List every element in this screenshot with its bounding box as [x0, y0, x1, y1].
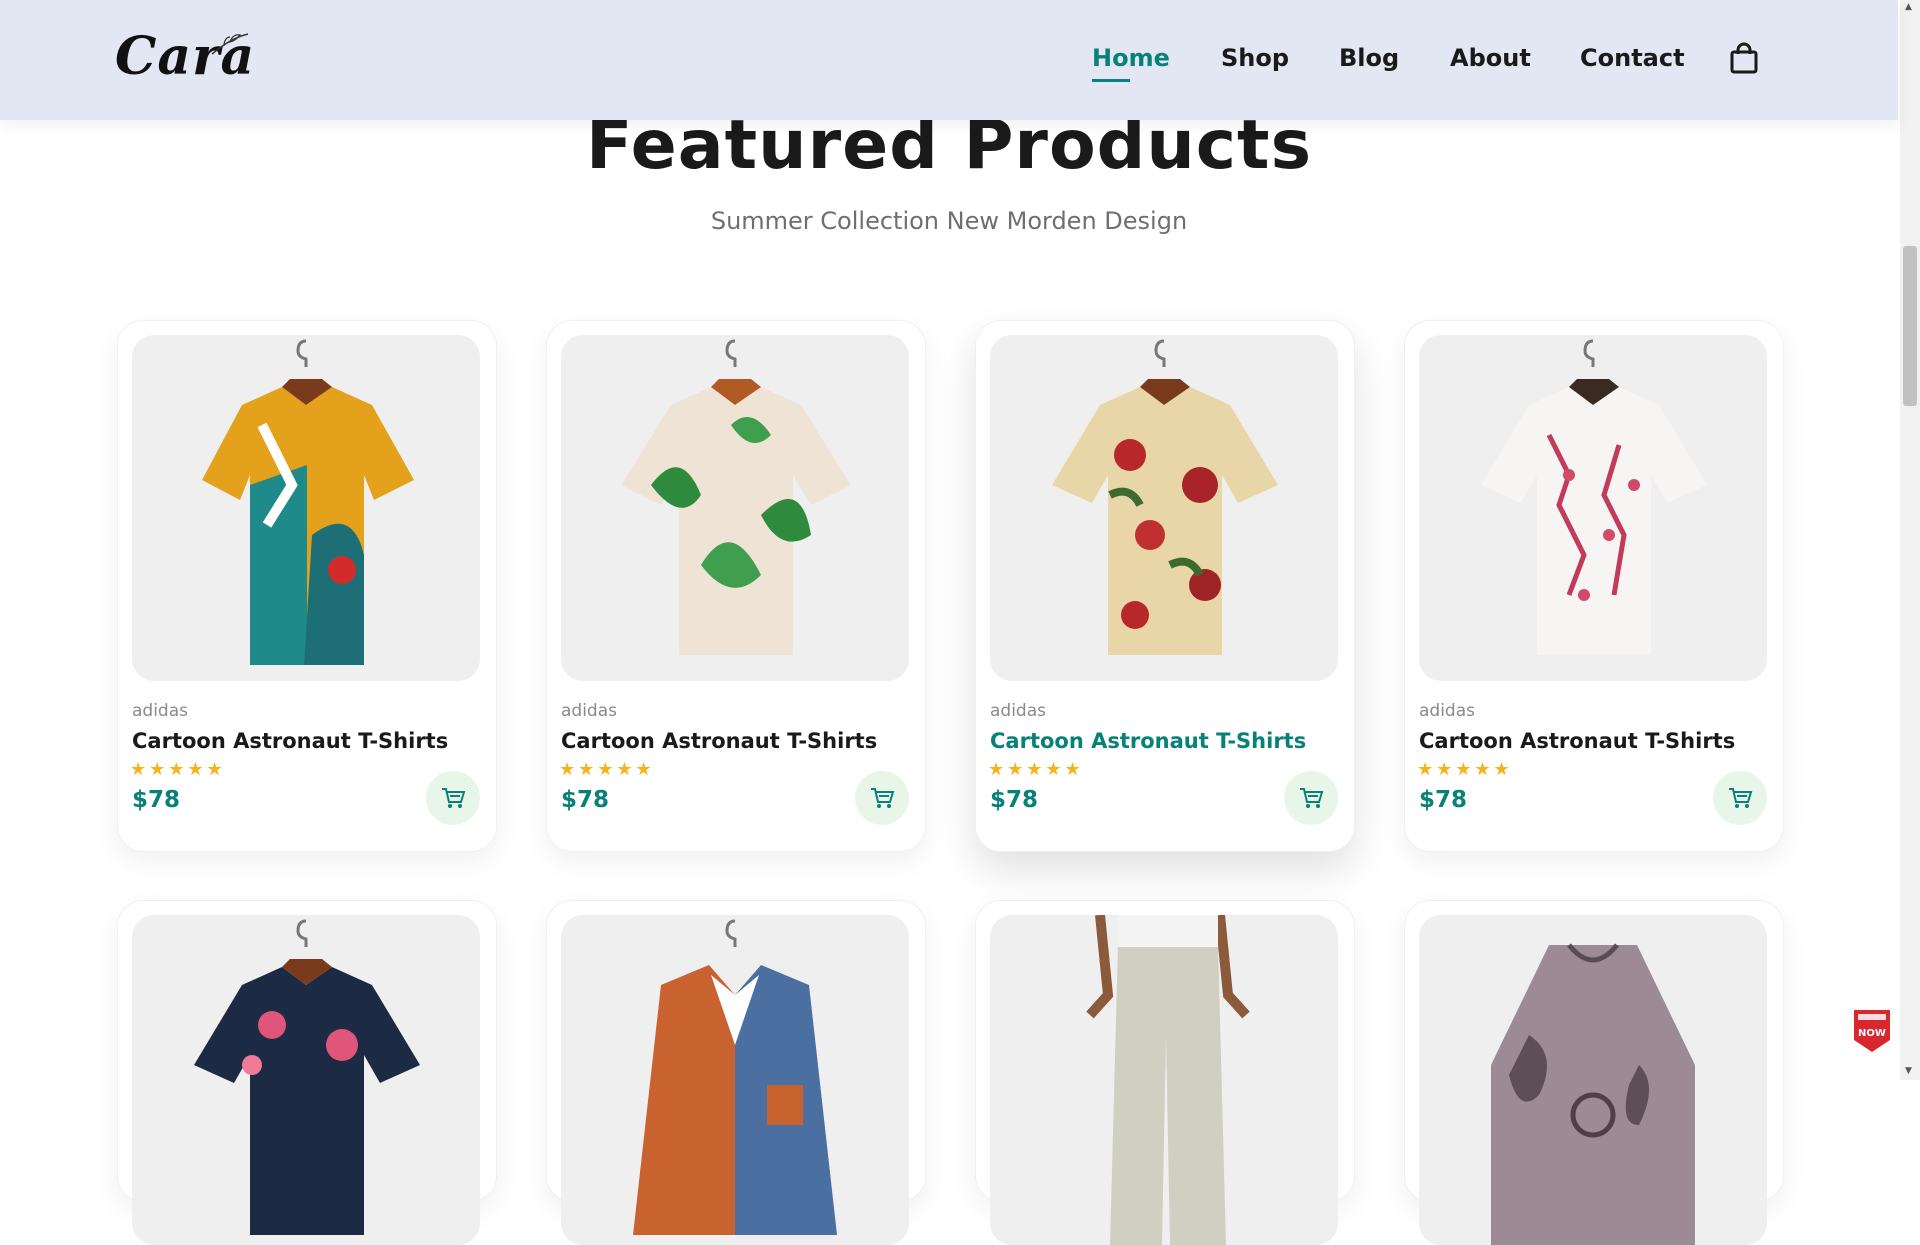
product-name[interactable]: Cartoon Astronaut T-Shirts — [561, 729, 877, 753]
shirt-image — [194, 919, 420, 1235]
section-subtitle: Summer Collection New Morden Design — [710, 207, 1188, 235]
nav-blog[interactable]: Blog — [1339, 40, 1399, 80]
product-name[interactable]: Cartoon Astronaut T-Shirts — [990, 729, 1306, 753]
rating-stars: ★★★★★ — [130, 759, 226, 780]
product-card[interactable] — [117, 900, 497, 1245]
cart-icon — [442, 788, 466, 808]
shopping-bag-icon[interactable] — [1728, 42, 1760, 76]
product-image[interactable] — [1419, 335, 1767, 681]
scroll-down-icon[interactable]: ▼ — [1905, 1066, 1912, 1076]
add-to-cart-button[interactable] — [1284, 771, 1338, 825]
shirt-image — [621, 339, 851, 655]
subscribe-badge-icon[interactable]: NOW — [1850, 1006, 1894, 1054]
nav-home[interactable]: Home — [1092, 40, 1170, 82]
cart-icon — [1300, 788, 1324, 808]
jacket-image — [633, 919, 837, 1235]
product-card[interactable]: adidas Cartoon Astronaut T-Shirts ★★★★★ … — [117, 320, 497, 852]
shirt-image — [202, 339, 414, 665]
logo[interactable]: Cara — [115, 22, 275, 92]
product-image[interactable] — [1419, 915, 1767, 1245]
add-to-cart-button[interactable] — [855, 771, 909, 825]
leaf-icon — [211, 33, 249, 55]
product-card[interactable]: adidas Cartoon Astronaut T-Shirts ★★★★★ … — [975, 320, 1355, 852]
rating-stars: ★★★★★ — [988, 759, 1084, 780]
badge-text: NOW — [1858, 1028, 1886, 1039]
scroll-up-icon[interactable]: ▲ — [1905, 2, 1912, 12]
product-price: $78 — [990, 787, 1039, 813]
scroll-thumb[interactable] — [1903, 246, 1917, 406]
pants-image — [1086, 915, 1250, 1245]
add-to-cart-button[interactable] — [426, 771, 480, 825]
blouse-image — [1491, 943, 1695, 1245]
product-price: $78 — [561, 787, 610, 813]
shirt-image — [1481, 339, 1707, 655]
vertical-scrollbar[interactable]: ▲ ▼ — [1900, 0, 1920, 1080]
rating-stars: ★★★★★ — [559, 759, 655, 780]
product-price: $78 — [1419, 787, 1468, 813]
site-header: Cara Home Shop Blog About Contact — [0, 0, 1898, 120]
product-image[interactable] — [990, 915, 1338, 1245]
add-to-cart-button[interactable] — [1713, 771, 1767, 825]
nav-about[interactable]: About — [1450, 40, 1531, 80]
cart-icon — [1729, 788, 1753, 808]
product-card[interactable]: adidas Cartoon Astronaut T-Shirts ★★★★★ … — [1404, 320, 1784, 852]
product-brand: adidas — [990, 701, 1046, 721]
product-image[interactable] — [132, 335, 480, 681]
product-brand: adidas — [561, 701, 617, 721]
nav-contact[interactable]: Contact — [1580, 40, 1685, 80]
shirt-image — [1052, 339, 1278, 655]
product-image[interactable] — [990, 335, 1338, 681]
product-price: $78 — [132, 787, 181, 813]
product-brand: adidas — [132, 701, 188, 721]
product-brand: adidas — [1419, 701, 1475, 721]
product-card[interactable] — [1404, 900, 1784, 1245]
product-card[interactable] — [975, 900, 1355, 1245]
rating-stars: ★★★★★ — [1417, 759, 1513, 780]
product-name[interactable]: Cartoon Astronaut T-Shirts — [1419, 729, 1735, 753]
product-card[interactable]: adidas Cartoon Astronaut T-Shirts ★★★★★ … — [546, 320, 926, 852]
product-card[interactable] — [546, 900, 926, 1245]
cart-icon — [871, 788, 895, 808]
nav-shop[interactable]: Shop — [1221, 40, 1289, 80]
product-name[interactable]: Cartoon Astronaut T-Shirts — [132, 729, 448, 753]
product-image[interactable] — [132, 915, 480, 1245]
product-image[interactable] — [561, 335, 909, 681]
product-image[interactable] — [561, 915, 909, 1245]
